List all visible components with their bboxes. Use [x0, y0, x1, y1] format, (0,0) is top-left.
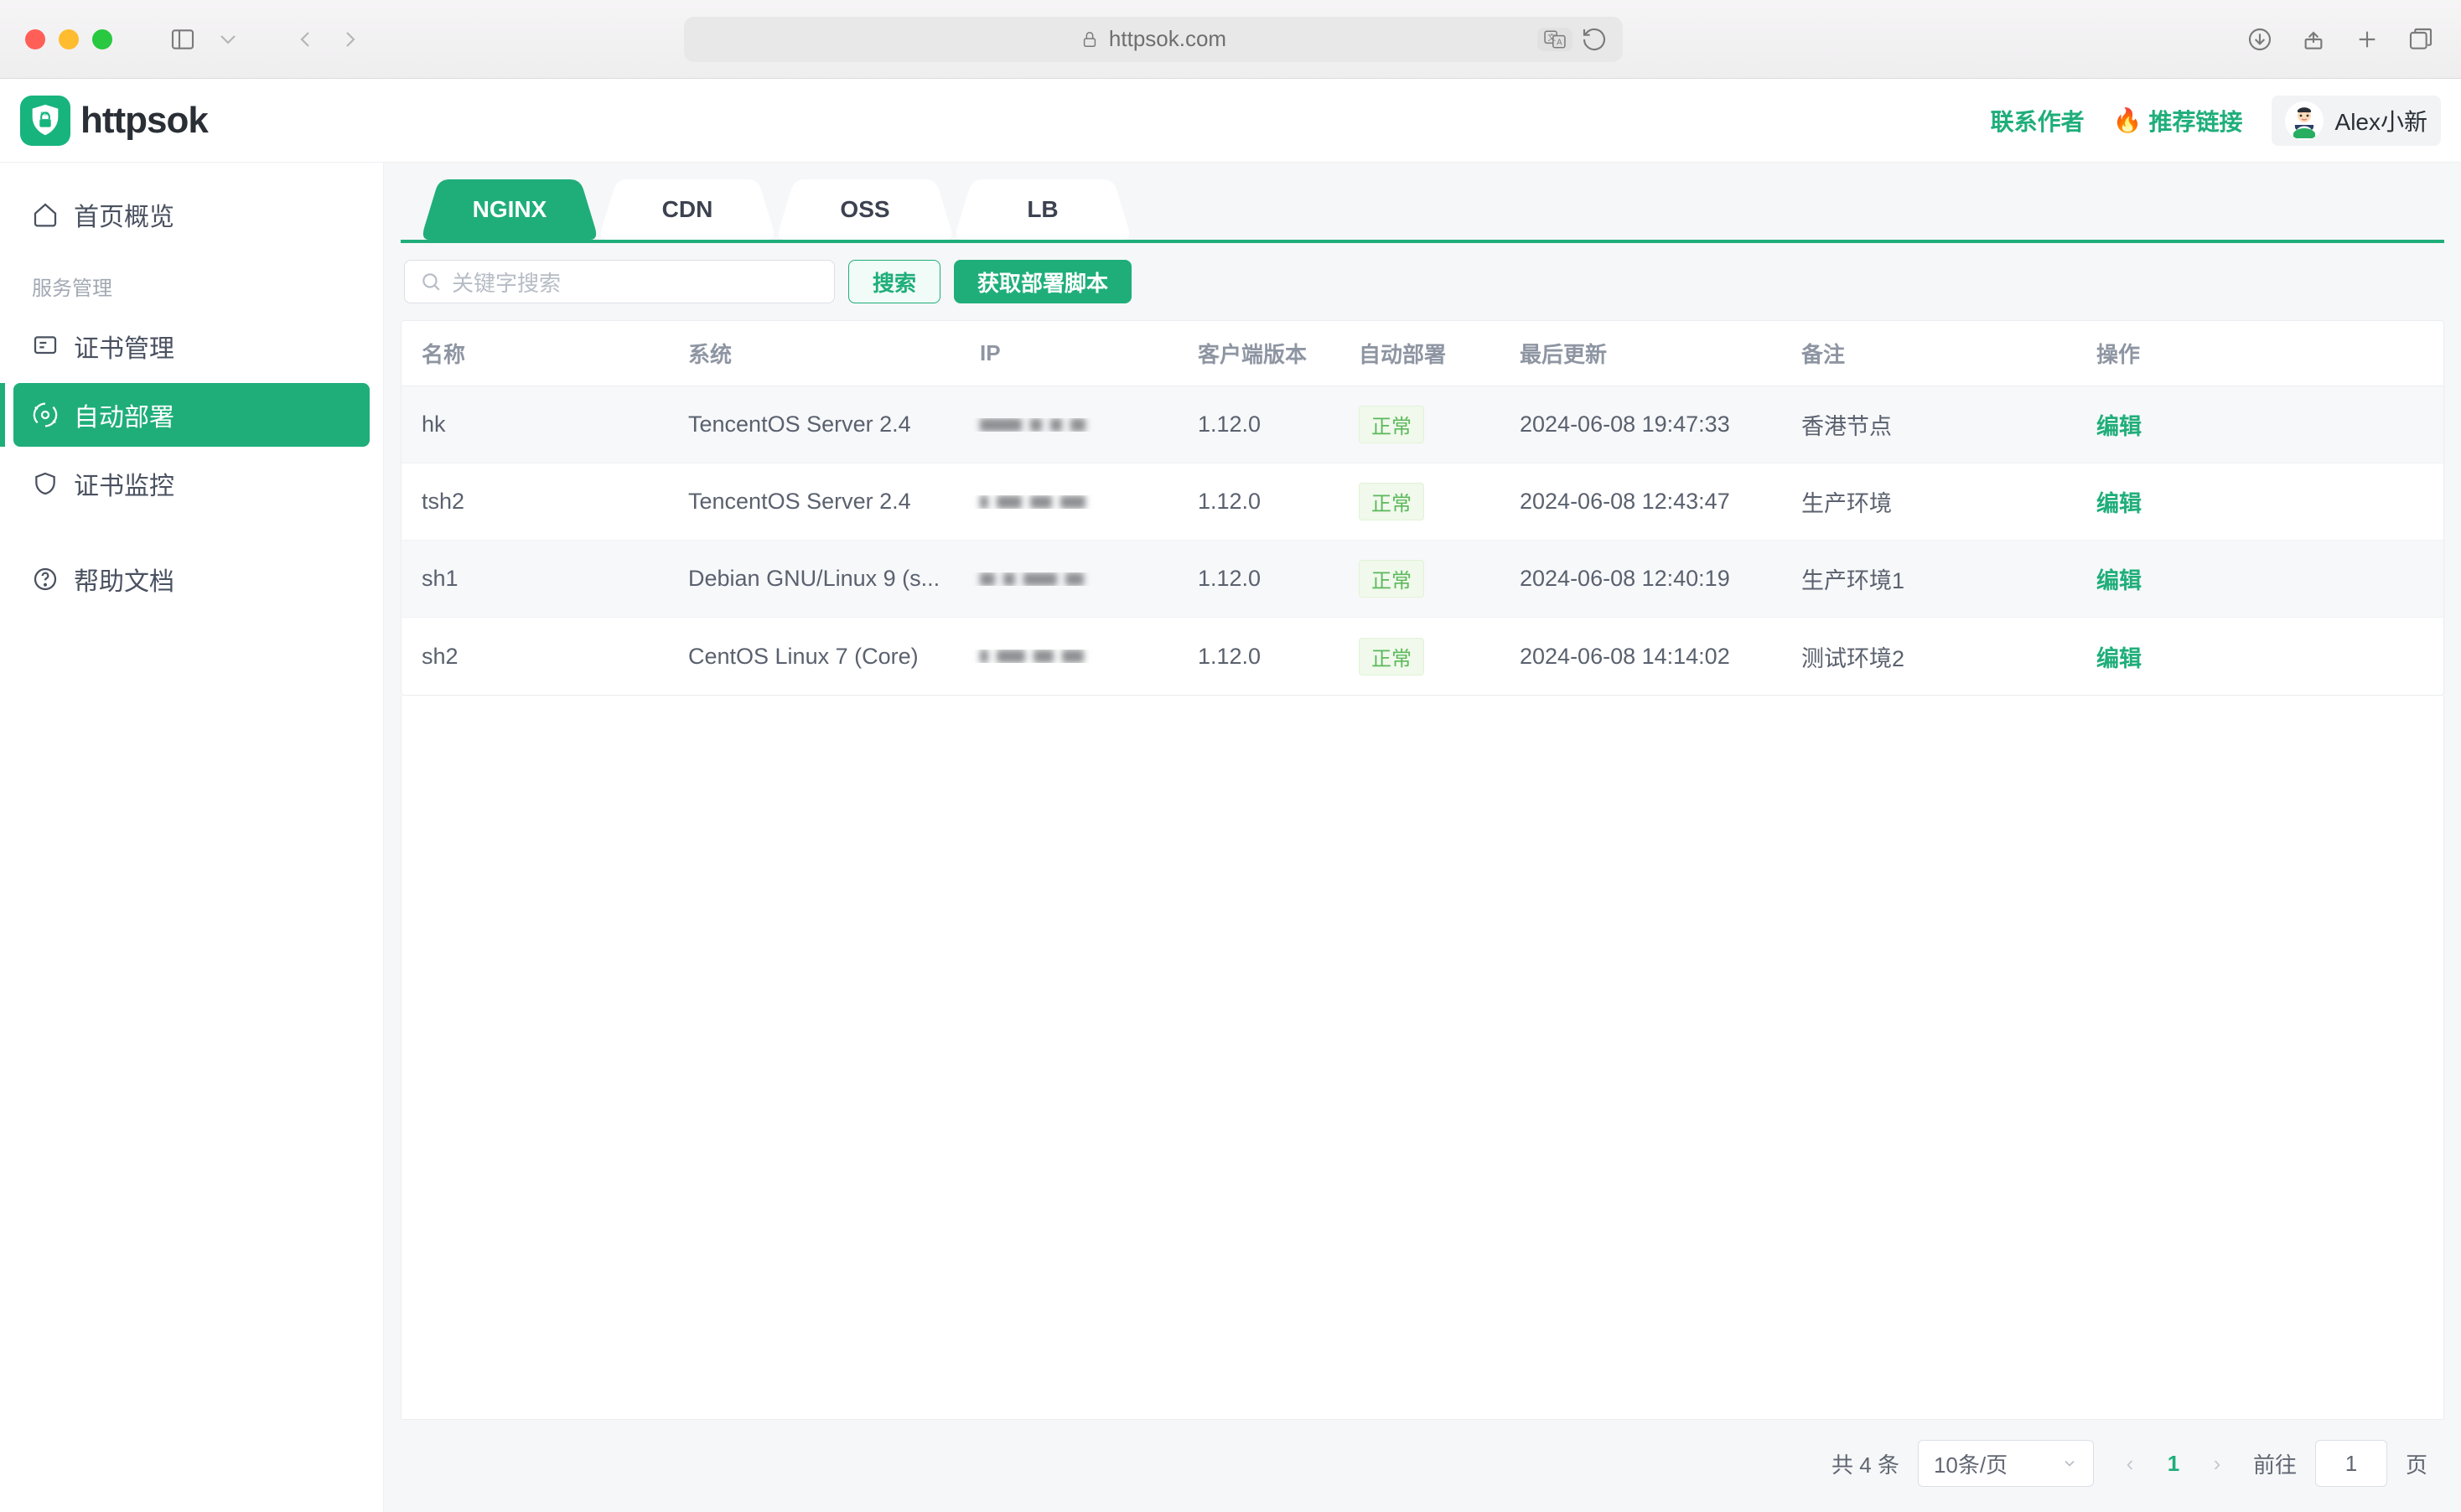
forward-button[interactable] [335, 24, 365, 54]
tab-oss[interactable]: OSS [768, 179, 962, 240]
next-page-button[interactable]: › [2199, 1451, 2235, 1477]
total-count: 共 4 条 [1832, 1448, 1899, 1479]
search-button[interactable]: 搜索 [848, 260, 940, 303]
prev-page-button[interactable]: ‹ [2112, 1451, 2148, 1477]
table-row: sh2 CentOS Linux 7 (Core) 1.12.0 正常 2024… [402, 618, 2443, 695]
deploy-icon [32, 401, 59, 428]
url-host: httpsok.com [1109, 26, 1226, 52]
user-name: Alex小新 [2335, 104, 2427, 137]
sidebar-item-dashboard[interactable]: 首页概览 [0, 181, 383, 248]
chevron-down-icon[interactable] [213, 24, 243, 54]
col-system: 系统 [668, 338, 960, 369]
col-auto-deploy: 自动部署 [1339, 338, 1500, 369]
edit-button[interactable]: 编辑 [2096, 408, 2142, 441]
new-tab-icon[interactable] [2352, 24, 2382, 54]
sidebar: 首页概览 服务管理 证书管理 自动部署 证书监控 帮助文档 [0, 163, 384, 1512]
search-placeholder: 关键字搜索 [452, 267, 561, 298]
sidebar-item-cert-mgmt[interactable]: 证书管理 [0, 313, 383, 380]
help-icon [32, 566, 59, 593]
tab-cdn[interactable]: CDN [590, 179, 785, 240]
avatar [2285, 101, 2324, 140]
sidebar-toggle-icon[interactable] [168, 24, 198, 54]
col-last-update: 最后更新 [1500, 338, 1781, 369]
table-row: sh1 Debian GNU/Linux 9 (s... 1.12.0 正常 2… [402, 541, 2443, 618]
goto-label: 前往 [2253, 1448, 2297, 1479]
col-action: 操作 [2076, 338, 2443, 369]
goto-page-input[interactable]: 1 [2315, 1440, 2387, 1487]
col-name: 名称 [402, 338, 668, 369]
window-zoom-button[interactable] [92, 29, 112, 49]
tab-nginx[interactable]: NGINX [412, 179, 607, 240]
reload-icon[interactable] [1579, 24, 1609, 54]
sidebar-item-cert-monitor[interactable]: 证书监控 [0, 450, 383, 517]
search-input[interactable]: 关键字搜索 [404, 260, 835, 303]
table-row: tsh2 TencentOS Server 2.4 1.12.0 正常 2024… [402, 463, 2443, 541]
share-icon[interactable] [2298, 24, 2329, 54]
contact-author-link[interactable]: 联系作者 [1991, 104, 2085, 137]
chevron-down-icon [2061, 1455, 2078, 1472]
col-ip: IP [960, 340, 1178, 366]
ip-redacted [960, 495, 1178, 509]
table-header: 名称 系统 IP 客户端版本 自动部署 最后更新 备注 操作 [402, 321, 2443, 386]
ip-redacted [960, 418, 1178, 432]
address-bar[interactable]: httpsok.com 文A [684, 17, 1623, 62]
status-badge: 正常 [1359, 560, 1424, 598]
svg-text:A: A [1557, 38, 1562, 47]
svg-text:SSL: SSL [40, 111, 50, 117]
page-number[interactable]: 1 [2156, 1451, 2191, 1477]
tab-overview-icon[interactable] [2406, 24, 2436, 54]
deploy-tabs: NGINX CDN OSS LB [384, 163, 2461, 240]
pagination: 共 4 条 10条/页 ‹ 1 › 前往 1 页 [384, 1420, 2461, 1487]
lock-icon [1080, 30, 1099, 49]
sidebar-item-help[interactable]: 帮助文档 [0, 546, 383, 613]
tab-lb[interactable]: LB [946, 179, 1140, 240]
get-deploy-script-button[interactable]: 获取部署脚本 [954, 260, 1132, 303]
edit-button[interactable]: 编辑 [2096, 562, 2142, 595]
page-suffix: 页 [2406, 1448, 2427, 1479]
browser-toolbar: httpsok.com 文A [0, 0, 2461, 79]
home-icon [32, 201, 59, 228]
translate-icon[interactable]: 文A [1537, 28, 1572, 51]
brand-text: httpsok [80, 100, 208, 142]
sidebar-item-auto-deploy[interactable]: 自动部署 [13, 383, 370, 447]
window-close-button[interactable] [25, 29, 45, 49]
fire-icon: 🔥 [2113, 106, 2142, 134]
user-menu[interactable]: Alex小新 [2272, 96, 2441, 146]
table-row: hk TencentOS Server 2.4 1.12.0 正常 2024-0… [402, 386, 2443, 463]
logo-icon: SSL [20, 96, 70, 146]
edit-button[interactable]: 编辑 [2096, 485, 2142, 518]
status-badge: 正常 [1359, 638, 1424, 676]
downloads-icon[interactable] [2245, 24, 2275, 54]
col-remark: 备注 [1781, 338, 2076, 369]
shield-icon [32, 470, 59, 497]
recommend-link[interactable]: 🔥 推荐链接 [2113, 104, 2243, 137]
certificate-icon [32, 333, 59, 360]
back-button[interactable] [290, 24, 320, 54]
ip-redacted [960, 572, 1178, 586]
window-minimize-button[interactable] [59, 29, 79, 49]
edit-button[interactable]: 编辑 [2096, 640, 2142, 673]
col-client-version: 客户端版本 [1178, 338, 1339, 369]
app-header: SSL httpsok 联系作者 🔥 推荐链接 Alex小新 [0, 79, 2461, 163]
status-badge: 正常 [1359, 406, 1424, 443]
svg-text:文: 文 [1547, 32, 1556, 43]
status-badge: 正常 [1359, 483, 1424, 520]
page-size-select[interactable]: 10条/页 [1918, 1440, 2094, 1487]
ip-redacted [960, 650, 1178, 663]
servers-table: 名称 系统 IP 客户端版本 自动部署 最后更新 备注 操作 hk Tencen… [401, 320, 2444, 696]
sidebar-section-services: 服务管理 [0, 248, 383, 313]
search-icon [420, 271, 442, 293]
